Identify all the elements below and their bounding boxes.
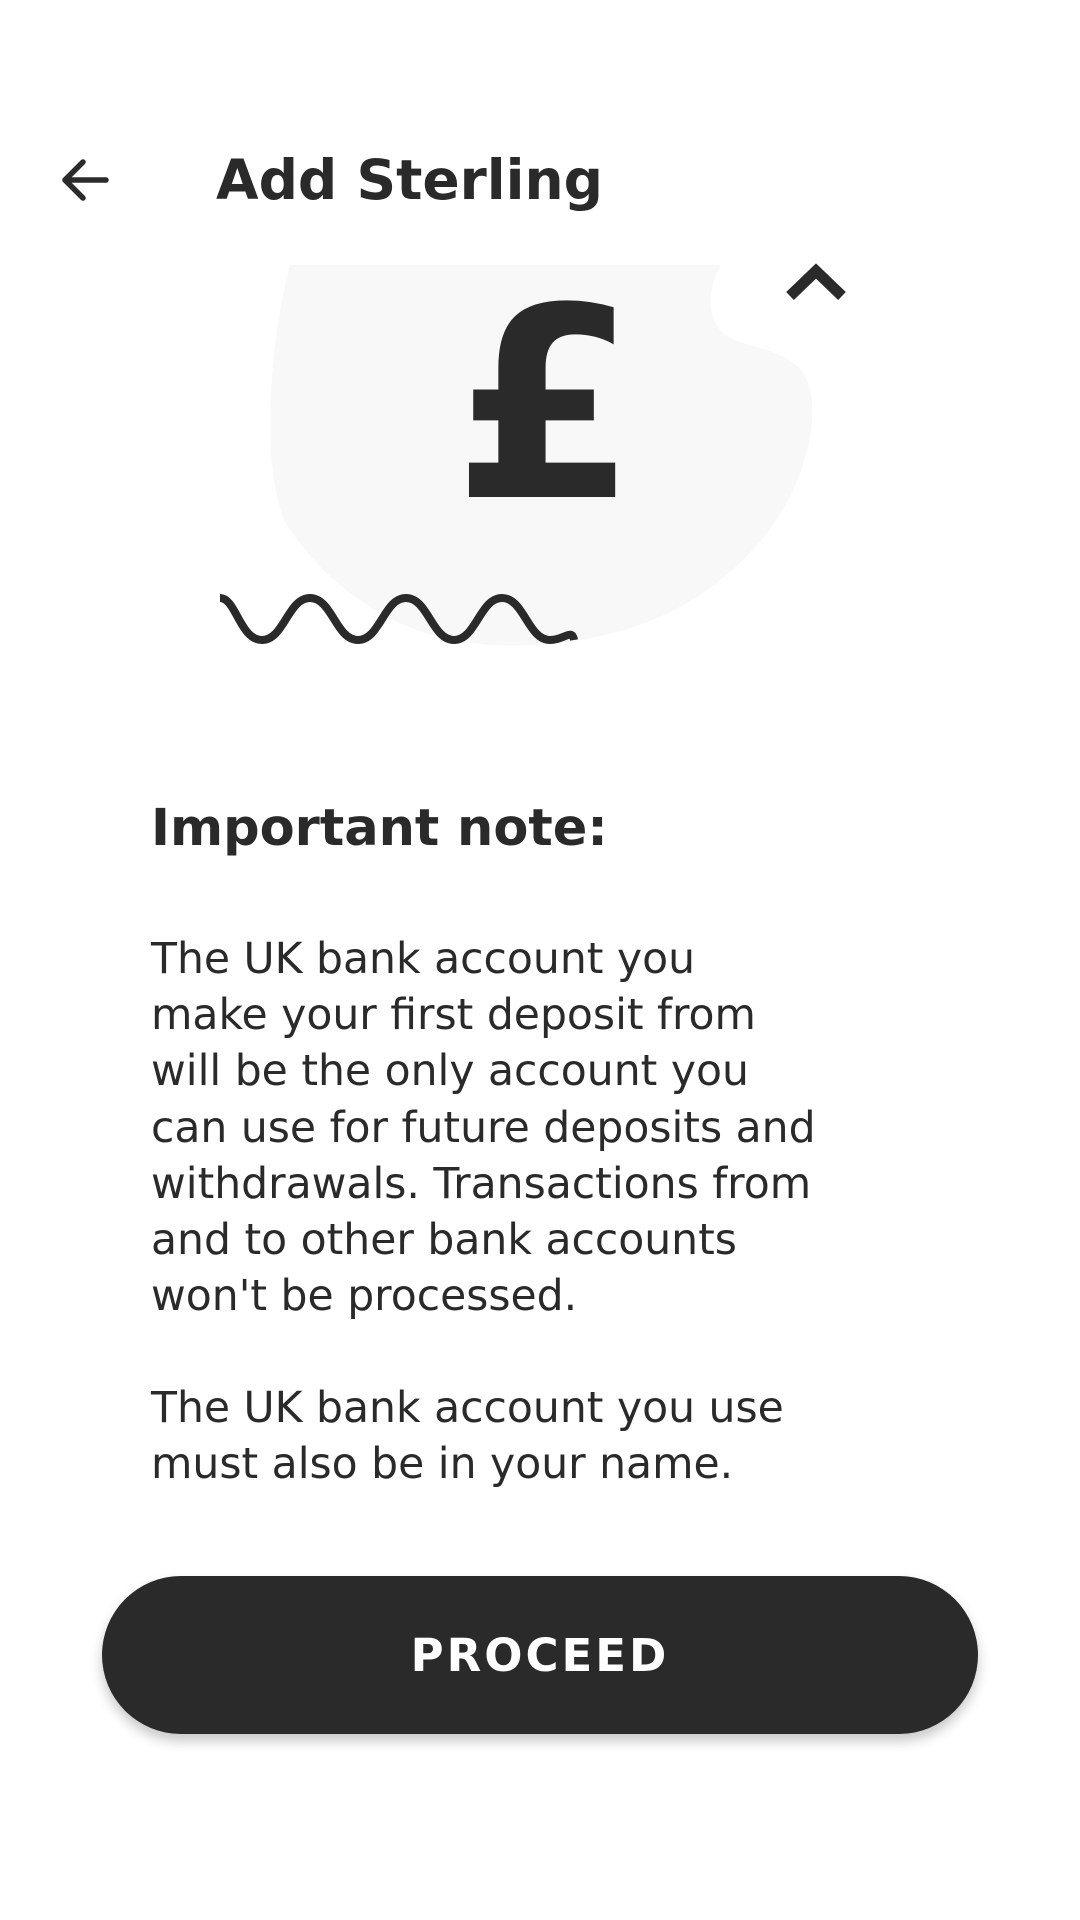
- page-title: Add Sterling: [216, 148, 604, 212]
- pound-sign: £: [453, 262, 637, 560]
- note-paragraph-account-name: The UK bank account you use must also be…: [151, 1384, 784, 1490]
- note-paragraph-first-deposit: The UK bank account you make your first …: [151, 935, 816, 1322]
- arrow-left-icon: [62, 159, 109, 201]
- illustration-graphic: £: [218, 252, 846, 646]
- back-button[interactable]: [44, 140, 124, 220]
- sterling-illustration: £: [200, 252, 880, 662]
- note-heading: Important note:: [151, 799, 608, 858]
- proceed-button[interactable]: PROCEED: [102, 1576, 978, 1734]
- top-bar: Add Sterling: [0, 120, 1080, 240]
- chevron-up-icon: [786, 263, 846, 300]
